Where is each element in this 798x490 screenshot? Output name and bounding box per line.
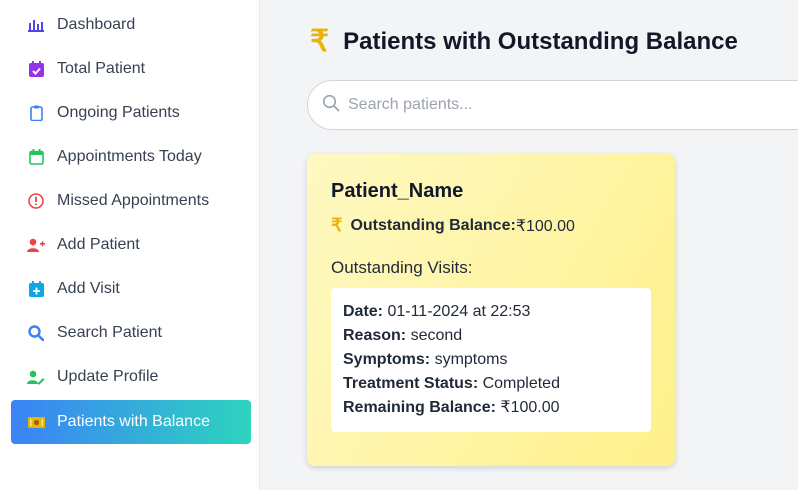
main-content: ₹ Patients with Outstanding Balance Pati… [260, 0, 798, 490]
alert-circle-icon [27, 192, 45, 210]
calendar-icon [27, 148, 45, 166]
sidebar-item-label: Add Patient [57, 236, 140, 253]
bar-chart-icon [27, 16, 45, 34]
visit-treatment-status: Treatment Status: Completed [343, 372, 639, 396]
sidebar-item-ongoing-patients[interactable]: Ongoing Patients [11, 91, 251, 135]
sidebar-item-search-patient[interactable]: Search Patient [11, 311, 251, 355]
visit-entry: Date: 01-11-2024 at 22:53 Reason: second… [331, 288, 651, 432]
visits-title: Outstanding Visits: [331, 258, 473, 277]
sidebar-item-patients-with-balance[interactable]: Patients with Balance [11, 400, 251, 444]
patient-card: Patient_Name ₹ Outstanding Balance: ₹100… [307, 154, 675, 466]
sidebar-item-label: Dashboard [57, 16, 136, 33]
sidebar-item-label: Appointments Today [57, 148, 202, 165]
outstanding-balance: ₹ Outstanding Balance: ₹100.00 [331, 215, 651, 236]
visit-symptoms: Symptoms: symptoms [343, 348, 639, 372]
balance-label: Outstanding Balance: [350, 216, 516, 234]
search-icon [322, 94, 340, 117]
visit-date-value: 01-11-2024 at 22:53 [383, 303, 531, 320]
visit-date: Date: 01-11-2024 at 22:53 [343, 300, 639, 324]
clipboard-icon [27, 104, 45, 122]
sidebar-item-total-patient[interactable]: Total Patient [11, 47, 251, 91]
visit-reason-value: second [406, 327, 463, 344]
rupee-icon: ₹ [310, 25, 330, 58]
visit-status-value: Completed [478, 375, 560, 392]
visit-remaining-balance: Remaining Balance: ₹100.00 [343, 396, 639, 420]
search-bar[interactable] [307, 80, 798, 130]
page-title-text: Patients with Outstanding Balance [343, 27, 738, 55]
calendar-check-icon [27, 60, 45, 78]
calendar-plus-icon [27, 280, 45, 298]
user-plus-icon [27, 236, 45, 254]
user-edit-icon [27, 368, 45, 386]
sidebar-item-add-patient[interactable]: Add Patient [11, 223, 251, 267]
sidebar-item-label: Search Patient [57, 324, 162, 341]
visit-date-label: Date: [343, 303, 384, 320]
sidebar-item-dashboard[interactable]: Dashboard [11, 3, 251, 47]
search-input[interactable] [348, 96, 748, 114]
search-icon [27, 324, 45, 342]
patient-name: Patient_Name [331, 180, 464, 202]
rupee-icon: ₹ [331, 215, 343, 235]
visit-remaining-label: Remaining Balance: [343, 399, 496, 416]
money-icon [27, 413, 45, 431]
sidebar-item-add-visit[interactable]: Add Visit [11, 267, 251, 311]
sidebar-item-label: Update Profile [57, 368, 159, 385]
sidebar-item-appointments-today[interactable]: Appointments Today [11, 135, 251, 179]
sidebar-item-label: Total Patient [57, 60, 146, 77]
visit-reason-label: Reason: [343, 327, 407, 344]
page-title: ₹ Patients with Outstanding Balance [310, 24, 738, 59]
sidebar-item-label: Patients with Balance [57, 413, 210, 430]
sidebar-item-label: Missed Appointments [57, 192, 210, 209]
visit-reason: Reason: second [343, 324, 639, 348]
visit-remaining-value: ₹100.00 [495, 399, 560, 416]
balance-value: ₹100.00 [515, 217, 575, 235]
visit-symptoms-label: Symptoms: [343, 351, 431, 368]
sidebar: Dashboard Total Patient Ongoing Patients… [0, 0, 260, 490]
sidebar-item-update-profile[interactable]: Update Profile [11, 355, 251, 399]
sidebar-item-label: Add Visit [57, 280, 120, 297]
sidebar-item-label: Ongoing Patients [57, 104, 180, 121]
visit-status-label: Treatment Status: [343, 375, 479, 392]
visit-symptoms-value: symptoms [430, 351, 508, 368]
sidebar-item-missed-appointments[interactable]: Missed Appointments [11, 179, 251, 223]
